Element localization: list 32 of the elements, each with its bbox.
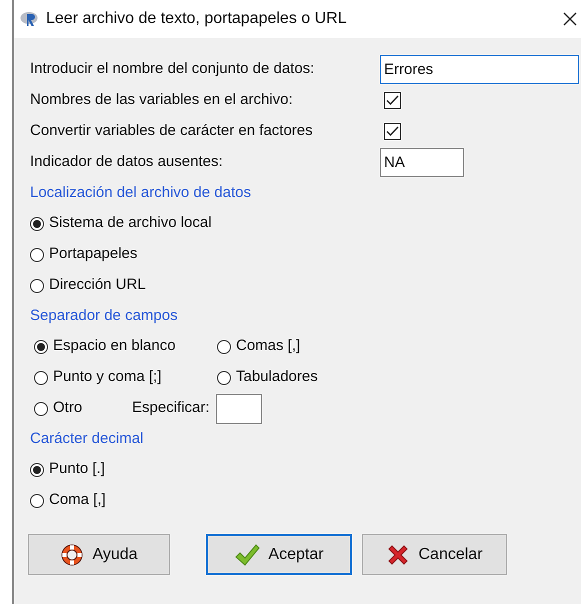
text-field[interactable]: NA xyxy=(380,148,464,177)
field-label: Nombres de las variables en el archivo: xyxy=(30,90,294,110)
text-field[interactable]: Errores xyxy=(380,55,579,84)
radio-button[interactable]: Tabuladores xyxy=(217,366,318,389)
specify-field[interactable] xyxy=(216,394,262,424)
specify-label: Especificar: xyxy=(132,398,210,418)
field-label: Introducir el nombre del conjunto de datos: xyxy=(30,59,316,80)
cancel-button[interactable]: Cancelar xyxy=(362,534,507,575)
cross-icon xyxy=(386,542,410,566)
checkbox[interactable] xyxy=(384,92,401,109)
radio-button[interactable]: Sistema de archivo local xyxy=(30,212,212,235)
section-heading: Localización del archivo de datos xyxy=(30,182,251,203)
radio-button[interactable]: Dirección URL xyxy=(30,274,146,297)
radio-button[interactable]: Comas [,] xyxy=(217,335,300,358)
section-heading: Carácter decimal xyxy=(30,428,144,449)
section-heading: Separador de campos xyxy=(30,306,178,326)
radio-button[interactable]: Portapapeles xyxy=(30,243,138,266)
radio-button[interactable]: Otro xyxy=(34,397,132,420)
radio-button[interactable]: Punto y coma [;] xyxy=(34,366,217,389)
lifebuoy-icon xyxy=(60,542,84,566)
window-title: Leer archivo de texto, portapapeles o URL xyxy=(46,9,347,29)
close-icon[interactable] xyxy=(563,12,577,26)
radio-button[interactable]: Espacio en blanco xyxy=(34,335,217,358)
field-label: Indicador de datos ausentes: xyxy=(30,152,224,172)
radio-button[interactable]: Coma [,] xyxy=(30,489,106,512)
help-button[interactable]: Ayuda xyxy=(28,534,170,575)
checkmark-icon xyxy=(234,542,260,566)
radio-button[interactable]: Punto [.] xyxy=(30,458,105,481)
checkbox[interactable] xyxy=(384,123,401,140)
app-logo-icon xyxy=(20,10,40,28)
ok-button[interactable]: Aceptar xyxy=(206,534,352,575)
field-label: Convertir variables de carácter en factores xyxy=(30,121,314,142)
